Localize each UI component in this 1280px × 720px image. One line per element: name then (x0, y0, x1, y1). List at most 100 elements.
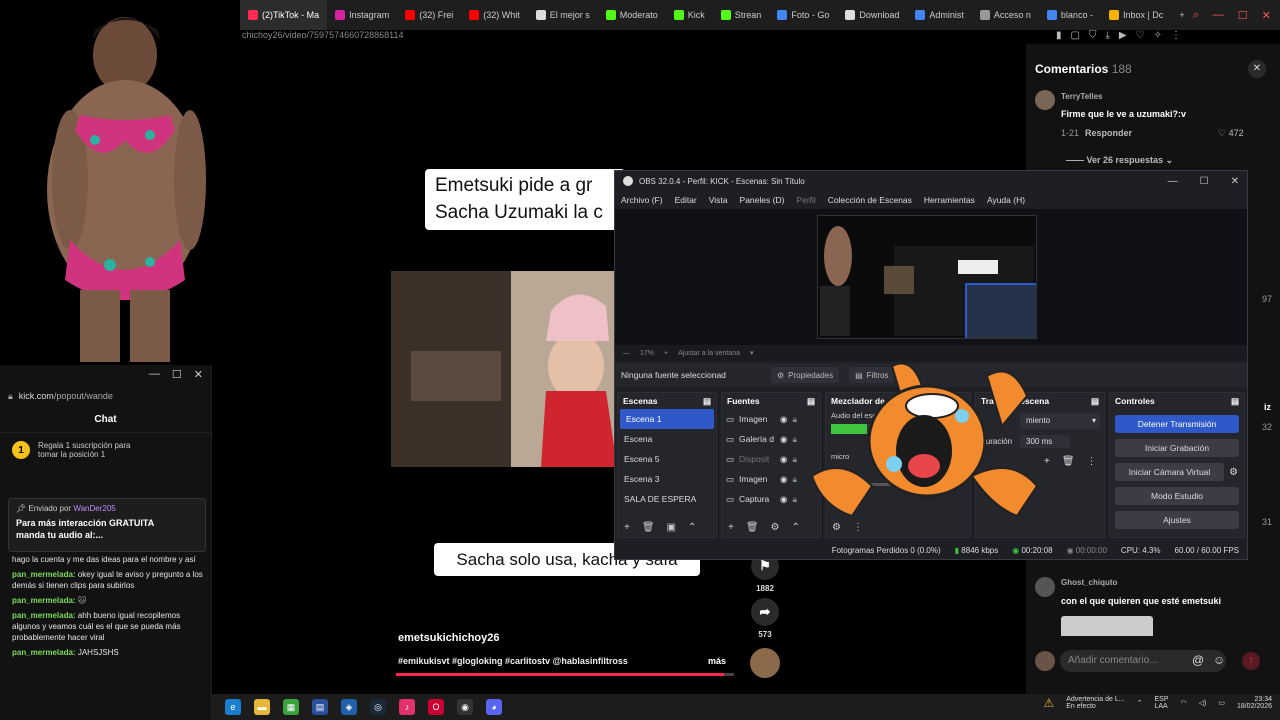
eye-icon[interactable]: ◉ (780, 414, 787, 425)
obs-menu-item[interactable]: Ayuda (H) (987, 195, 1025, 205)
chat-message[interactable]: pan_mermelada: JAHSJSHS (12, 647, 204, 658)
edge-icon[interactable]: e (225, 699, 241, 715)
scene-item[interactable]: Escena 5 (618, 449, 716, 469)
minimize-icon[interactable]: — (149, 368, 160, 382)
clock[interactable]: 23:34 18/02/2026 (1237, 696, 1272, 710)
zoom-in-icon[interactable]: + (664, 350, 668, 357)
browser-tab[interactable]: El mejor s (528, 0, 598, 30)
new-tab-button[interactable]: + (1171, 0, 1192, 30)
source-item[interactable]: ▭ Captura ◉ 🔒︎ (722, 489, 820, 509)
add-icon[interactable]: + (1044, 456, 1050, 467)
language-indicator[interactable]: ESP LAA (1154, 696, 1168, 710)
shield-icon[interactable]: ⛉ (1089, 30, 1097, 44)
obs-menu-item[interactable]: Vista (709, 195, 728, 205)
filters-button[interactable]: ▤ Filtros (849, 367, 895, 383)
lock-icon[interactable]: 🔒︎ (792, 434, 797, 445)
zoom-out-icon[interactable]: — (623, 350, 630, 357)
chat-message[interactable]: hago la cuenta y me das ideas para el no… (12, 554, 204, 565)
browser-tab[interactable]: Kick (666, 0, 713, 30)
add-icon[interactable]: + (728, 522, 734, 533)
browser-tab[interactable]: blanco - (1039, 0, 1101, 30)
gear-icon[interactable]: ⚙ (1229, 467, 1238, 478)
eye-icon[interactable]: ◉ (780, 434, 787, 445)
close-icon[interactable]: ✕ (1262, 9, 1271, 22)
obs-menu-item[interactable]: Colección de Escenas (828, 195, 912, 205)
tiktok-icon[interactable]: ♪ (399, 699, 415, 715)
source-item[interactable]: ▭ Imagen ◉ 🔒︎ (722, 469, 820, 489)
lock-icon[interactable]: 🔒︎ (792, 494, 797, 505)
add-icon[interactable]: + (624, 522, 630, 533)
control-button[interactable]: Detener Transmisión (1115, 415, 1239, 433)
like-button[interactable]: ♡ 472 (1218, 128, 1244, 139)
source-item[interactable]: ▭ Disposit ◉ 🔒︎ (722, 449, 820, 469)
chevron-down-icon[interactable]: ▾ (750, 349, 754, 357)
opera-icon[interactable]: O (428, 699, 444, 715)
chat-username[interactable]: pan_mermelada: (12, 648, 76, 657)
pinned-message[interactable]: 📌︎ Enviado por WanDer205 Para más intera… (8, 498, 206, 552)
source-item[interactable]: ▭ Imagen ◉ 🔒︎ (722, 409, 820, 429)
extensions-icon[interactable]: ✧ (1154, 30, 1162, 44)
duration-input[interactable]: 300 ms (1020, 435, 1071, 448)
trash-icon[interactable]: 🗑︎ (1062, 456, 1075, 467)
chat-username[interactable]: pan_mermelada: (12, 611, 76, 620)
share-icon[interactable]: ➦ (751, 598, 779, 626)
dock-menu-icon[interactable]: ▤ (807, 396, 815, 407)
obs-menu-item[interactable]: Perfil (796, 195, 815, 205)
chat-username[interactable]: pan_mermelada: (12, 596, 76, 605)
scene-item[interactable]: Escena 3 (618, 469, 716, 489)
close-icon[interactable]: ✕ (1231, 176, 1239, 187)
scene-item[interactable]: SALA DE ESPERA (618, 489, 716, 509)
popout-url[interactable]: 🔒︎ kick.com/popout/wande (0, 385, 211, 407)
scene-item[interactable]: Escena 1 (620, 409, 714, 429)
view-replies[interactable]: —— Ver 26 respuestas ⌄ (1066, 155, 1173, 166)
browser-tab[interactable]: Instagram (327, 0, 397, 30)
browser-tab[interactable]: Strean (713, 0, 770, 30)
maximize-icon[interactable]: ☐ (172, 368, 182, 382)
gear-icon[interactable]: ⚙ (832, 522, 841, 533)
play-icon[interactable]: ▶ (1119, 30, 1127, 44)
obs-menu-item[interactable]: Archivo (F) (621, 195, 663, 205)
emoji-icon[interactable]: ☺ (1213, 653, 1225, 667)
mention-icon[interactable]: @ (1192, 653, 1204, 667)
comment-user[interactable]: TerryTelles (1061, 92, 1103, 101)
sound-avatar[interactable] (750, 648, 780, 678)
avatar[interactable] (1035, 90, 1055, 110)
obs-icon[interactable]: ◉ (457, 699, 473, 715)
obs-menu-item[interactable]: Paneles (D) (740, 195, 785, 205)
close-icon[interactable]: ✕ (1248, 60, 1266, 78)
browser-tab[interactable]: (2)TikTok - Ma (240, 0, 328, 30)
chat-message[interactable]: pan_mermelada: okey igual te aviso y pre… (12, 569, 204, 591)
comment-user[interactable]: Ghost_chiquto (1061, 578, 1117, 587)
control-button[interactable]: Ajustes (1115, 511, 1239, 529)
chat-message[interactable]: pan_mermelada: 🐱︎ (12, 595, 204, 606)
filter-icon[interactable]: ▣ (667, 522, 676, 533)
dock-menu-icon[interactable]: ▤ (957, 396, 965, 407)
store-icon[interactable]: ◈ (341, 699, 357, 715)
properties-button[interactable]: ⚙ Propiedades (771, 367, 840, 383)
folder-icon[interactable]: ▬ (254, 699, 270, 715)
pinned-by-user[interactable]: WanDer205 (73, 504, 115, 513)
maximize-icon[interactable]: ☐ (1238, 9, 1248, 22)
warning-icon[interactable]: ⚠ (1043, 696, 1054, 710)
eye-icon[interactable]: ◉ (780, 454, 787, 465)
browser-tab[interactable]: Foto - Go (769, 0, 837, 30)
transition-select[interactable]: miento ▾ (1020, 413, 1100, 429)
obs-menu-item[interactable]: Editar (675, 195, 697, 205)
video-tags[interactable]: #emikukisvt #glogloking #carlitostv @hab… (398, 656, 628, 666)
discord-icon[interactable]: ◕ (486, 699, 502, 715)
chat-username[interactable]: pan_mermelada: (12, 570, 76, 579)
volume-icon[interactable]: ◁) (1199, 699, 1207, 707)
browser-tab[interactable]: Download (837, 0, 907, 30)
trash-icon[interactable]: 🗑︎ (642, 522, 655, 533)
control-button[interactable]: Iniciar Cámara Virtual (1115, 463, 1225, 481)
comment-image[interactable] (1061, 616, 1153, 636)
obs-menu-item[interactable]: Herramientas (924, 195, 975, 205)
video-author[interactable]: emetsukichichoy26 (398, 632, 500, 644)
close-icon[interactable]: ✕ (194, 368, 203, 382)
lock-icon[interactable]: 🔒︎ (792, 474, 797, 485)
lock-icon[interactable]: 🔒︎ (792, 414, 797, 425)
avatar[interactable] (1035, 577, 1055, 597)
dock-menu-icon[interactable]: ▤ (1231, 396, 1239, 407)
eye-icon[interactable]: ◉ (780, 474, 787, 485)
chat-message[interactable]: pan_mermelada: ahh bueno igual recopilem… (12, 610, 204, 643)
